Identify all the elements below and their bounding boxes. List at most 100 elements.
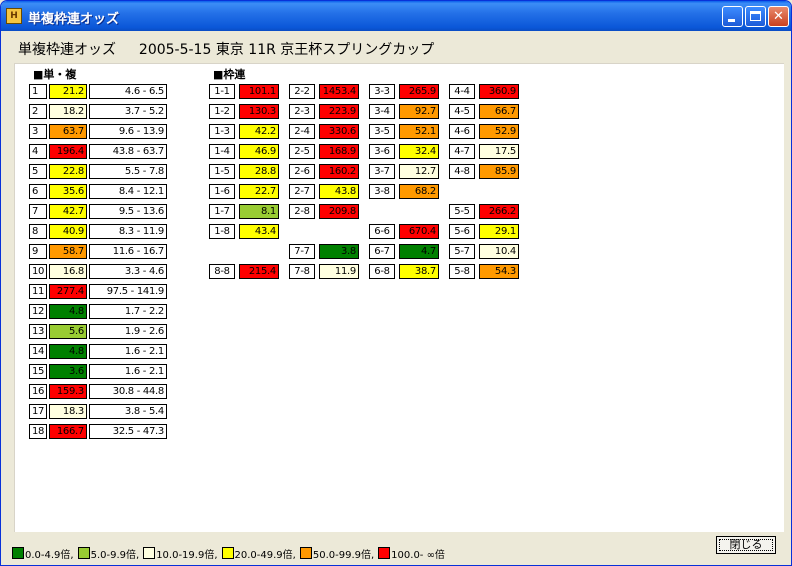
bracket-odds: 3.8 [319,244,359,259]
bracket-odds: 12.7 [399,164,439,179]
bracket-odds: 266.2 [479,204,519,219]
bracket-pair: 6-8 [369,264,395,279]
bracket-odds: 160.2 [319,164,359,179]
legend-label: 10.0-19.9倍, [156,550,218,561]
legend-swatch [12,547,24,559]
minimize-icon [728,19,735,22]
close-button[interactable]: 閉じる [716,536,776,554]
legend-item: 50.0-99.9倍, [299,546,374,561]
bracket-pair: 2-7 [289,184,315,199]
place-odds-range: 3.3 - 4.6 [89,264,167,279]
bracket-odds: 54.3 [479,264,519,279]
bracket-odds: 52.9 [479,124,519,139]
bracket-pair: 2-5 [289,144,315,159]
close-window-button[interactable]: ✕ [768,6,789,27]
legend-label: 100.0- ∞倍 [391,550,445,561]
bracket-odds: 66.7 [479,104,519,119]
horse-number: 16 [29,384,47,399]
bracket-pair: 2-4 [289,124,315,139]
bracket-odds: 42.2 [239,124,279,139]
legend-item: 20.0-49.9倍, [221,546,296,561]
horse-number: 15 [29,364,47,379]
win-odds: 22.8 [49,164,87,179]
title-bar[interactable]: H 単複枠連オッズ ✕ [1,1,791,31]
bracket-section-label: ■枠連 [213,68,246,81]
bracket-pair: 3-4 [369,104,395,119]
horse-number: 9 [29,244,47,259]
legend-item: 0.0-4.9倍, [12,546,74,561]
place-odds-range: 30.8 - 44.8 [89,384,167,399]
place-odds-range: 32.5 - 47.3 [89,424,167,439]
bracket-odds: 360.9 [479,84,519,99]
horse-number: 13 [29,324,47,339]
window-title: 単複枠連オッズ [28,12,120,27]
bracket-odds: 52.1 [399,124,439,139]
horse-number: 11 [29,284,47,299]
legend-item: 5.0-9.9倍, [77,546,140,561]
bracket-odds: 4.7 [399,244,439,259]
maximize-icon [750,11,761,21]
bracket-odds: 10.4 [479,244,519,259]
maximize-button[interactable] [745,6,766,27]
race-name: 京王杯スプリングカップ [280,42,435,58]
page-title: 単複枠連オッズ [18,42,116,58]
bracket-pair: 4-4 [449,84,475,99]
bracket-odds: 330.6 [319,124,359,139]
horse-number: 12 [29,304,47,319]
bracket-odds: 43.4 [239,224,279,239]
bracket-odds: 68.2 [399,184,439,199]
win-odds: 5.6 [49,324,87,339]
bracket-pair: 4-6 [449,124,475,139]
place-odds-range: 97.5 - 141.9 [89,284,167,299]
close-icon: ✕ [773,9,784,24]
win-odds: 4.8 [49,344,87,359]
bracket-odds: 168.9 [319,144,359,159]
bracket-odds: 101.1 [239,84,279,99]
place-odds-range: 9.5 - 13.6 [89,204,167,219]
bracket-odds: 670.4 [399,224,439,239]
bracket-pair: 3-6 [369,144,395,159]
place-odds-range: 8.4 - 12.1 [89,184,167,199]
bracket-pair: 6-6 [369,224,395,239]
bracket-odds: 223.9 [319,104,359,119]
win-odds: 35.6 [49,184,87,199]
win-place-section-label: ■単・複 [33,68,77,81]
win-odds: 63.7 [49,124,87,139]
horse-number: 7 [29,204,47,219]
bracket-odds: 28.8 [239,164,279,179]
horse-number: 3 [29,124,47,139]
win-odds: 277.4 [49,284,87,299]
horse-number: 8 [29,224,47,239]
bracket-pair: 1-4 [209,144,235,159]
bracket-pair: 2-3 [289,104,315,119]
odds-window: H 単複枠連オッズ ✕ 単複枠連オッズ 2005-5-15 東京 11R 京王杯… [0,0,792,566]
bracket-pair: 4-7 [449,144,475,159]
bracket-odds: 17.5 [479,144,519,159]
bracket-odds: 215.4 [239,264,279,279]
bracket-pair: 2-8 [289,204,315,219]
place-odds-range: 3.8 - 5.4 [89,404,167,419]
bracket-odds: 92.7 [399,104,439,119]
window-content: 単複枠連オッズ 2005-5-15 東京 11R 京王杯スプリングカップ ■単・… [4,31,790,564]
bracket-pair: 8-8 [209,264,235,279]
place-odds-range: 11.6 - 16.7 [89,244,167,259]
bracket-pair: 1-1 [209,84,235,99]
minimize-button[interactable] [722,6,743,27]
horse-number: 17 [29,404,47,419]
bracket-odds: 8.1 [239,204,279,219]
legend-label: 5.0-9.9倍, [90,550,140,561]
race-number: 11R [248,42,276,58]
bracket-pair: 2-2 [289,84,315,99]
horse-number: 18 [29,424,47,439]
bracket-odds: 22.7 [239,184,279,199]
win-odds: 16.8 [49,264,87,279]
horse-number: 4 [29,144,47,159]
bracket-pair: 5-5 [449,204,475,219]
bracket-pair: 2-6 [289,164,315,179]
legend-label: 20.0-49.9倍, [234,550,296,561]
win-odds: 18.3 [49,404,87,419]
bracket-pair: 3-7 [369,164,395,179]
bracket-pair: 7-7 [289,244,315,259]
place-odds-range: 8.3 - 11.9 [89,224,167,239]
bracket-pair: 1-6 [209,184,235,199]
